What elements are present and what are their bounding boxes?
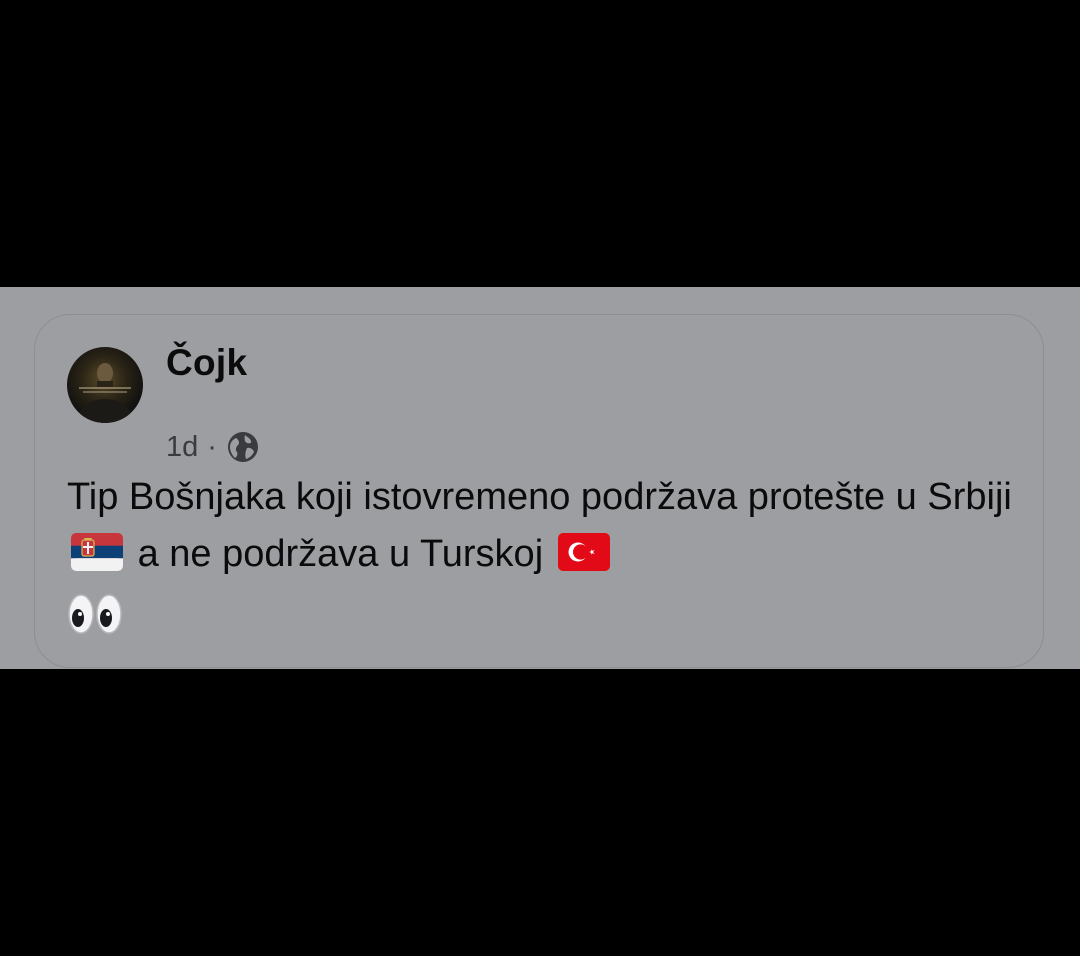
post-text: Tip Bošnjaka koji istovremeno podržava p… — [67, 469, 1027, 653]
serbian-flag-icon — [71, 531, 123, 588]
eyes-emoji-icon — [67, 592, 123, 653]
meta-separator: · — [207, 430, 217, 463]
globe-icon[interactable] — [227, 431, 259, 463]
post-card: Čojk 1d · Tip Bošnjaka koji istovremeno … — [34, 314, 1044, 668]
post-container: Čojk 1d · Tip Bošnjaka koji istovremeno … — [0, 287, 1080, 669]
avatar[interactable] — [67, 347, 143, 423]
turkish-flag-icon — [557, 531, 610, 588]
post-time[interactable]: 1d — [166, 431, 198, 464]
post-text-part2: a ne podržava u Turskoj — [137, 533, 544, 575]
post-meta: 1d · — [166, 427, 259, 467]
post-text-part1: Tip Bošnjaka koji istovremeno podržava p… — [67, 476, 1012, 518]
author-name[interactable]: Čojk — [166, 342, 247, 384]
